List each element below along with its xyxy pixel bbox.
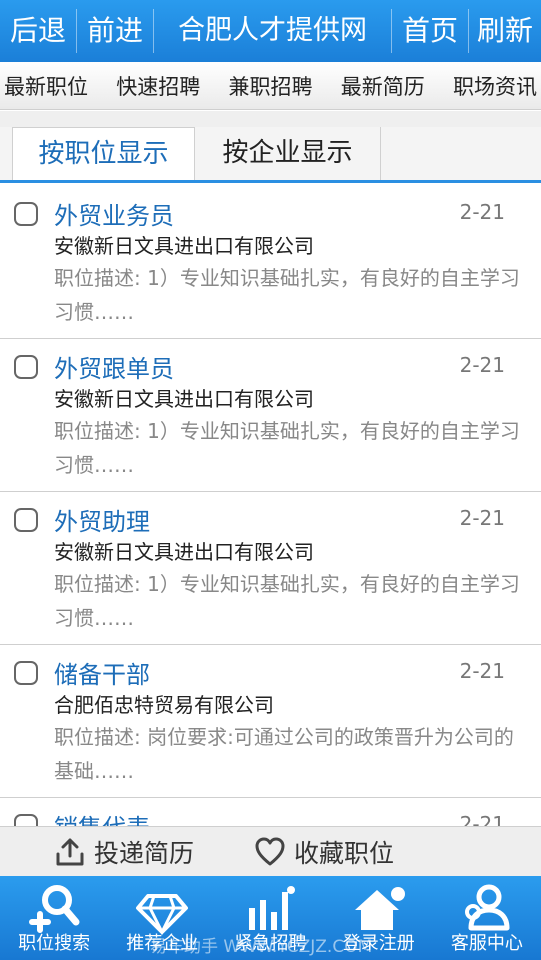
job-list: 外贸业务员 2-21 安徽新日文具进出口有限公司 职位描述: 1）专业知识基础扎… xyxy=(0,186,541,826)
nav-customer-service[interactable]: 客服中心 xyxy=(433,876,541,960)
subnav-career-news[interactable]: 职场资讯 xyxy=(453,71,537,101)
action-bar: 投递简历 收藏职位 xyxy=(0,826,541,876)
heart-icon xyxy=(255,837,285,866)
job-title[interactable]: 外贸跟单员 xyxy=(54,349,174,384)
job-description: 职位描述: 1）专业知识基础扎实，有良好的自主学习习惯…… xyxy=(54,419,520,477)
job-date: 2-21 xyxy=(459,812,505,826)
job-checkbox[interactable] xyxy=(14,508,38,532)
tab-by-company[interactable]: 按企业显示 xyxy=(195,127,381,180)
subnav-latest-jobs[interactable]: 最新职位 xyxy=(4,71,88,101)
job-checkbox[interactable] xyxy=(14,355,38,379)
nav-job-search[interactable]: 职位搜索 xyxy=(0,876,108,960)
job-title[interactable]: 外贸助理 xyxy=(54,502,150,537)
home-button[interactable]: 首页 xyxy=(392,0,468,62)
top-bar: 后退 前进 合肥人才提供网 首页 刷新 xyxy=(0,0,541,62)
back-button[interactable]: 后退 xyxy=(0,0,76,62)
company-name: 安徽新日文具进出口有限公司 xyxy=(54,387,314,411)
upload-icon xyxy=(56,838,84,866)
tab-by-position[interactable]: 按职位显示 xyxy=(12,127,195,180)
nav-label: 职位搜索 xyxy=(18,933,91,954)
sub-nav: 最新职位 快速招聘 兼职招聘 最新简历 职场资讯 xyxy=(0,62,541,110)
company-name: 合肥佰忠特贸易有限公司 xyxy=(54,693,274,717)
site-title: 合肥人才提供网 xyxy=(178,15,367,46)
nav-label: 客服中心 xyxy=(450,933,523,954)
submit-resume-button[interactable]: 投递简历 xyxy=(54,827,194,877)
job-description: 职位描述: 1）专业知识基础扎实，有良好的自主学习习惯…… xyxy=(54,266,520,324)
watermark: 易车助手 WWW.YCZJZ.COM xyxy=(150,937,373,957)
view-tabs: 按职位显示 按企业显示 xyxy=(0,127,541,183)
job-description: 职位描述: 1）专业知识基础扎实，有良好的自主学习习惯…… xyxy=(54,572,520,630)
job-row[interactable]: 储备干部 2-21 合肥佰忠特贸易有限公司 职位描述: 岗位要求:可通过公司的政… xyxy=(0,645,541,798)
favorite-job-label: 收藏职位 xyxy=(294,839,395,868)
forward-button[interactable]: 前进 xyxy=(77,0,153,62)
job-row[interactable]: 外贸助理 2-21 安徽新日文具进出口有限公司 职位描述: 1）专业知识基础扎实… xyxy=(0,492,541,645)
job-date: 2-21 xyxy=(459,506,505,530)
subnav-latest-resumes[interactable]: 最新简历 xyxy=(341,71,425,101)
company-name: 安徽新日文具进出口有限公司 xyxy=(54,540,314,564)
job-row[interactable]: 销售代表 2-21 xyxy=(0,798,541,826)
job-date: 2-21 xyxy=(459,353,505,377)
job-date: 2-21 xyxy=(459,200,505,224)
subnav-quick-hire[interactable]: 快速招聘 xyxy=(116,71,200,101)
job-row[interactable]: 外贸跟单员 2-21 安徽新日文具进出口有限公司 职位描述: 1）专业知识基础扎… xyxy=(0,339,541,492)
favorite-job-button[interactable]: 收藏职位 xyxy=(254,827,394,877)
submit-resume-label: 投递简历 xyxy=(94,839,195,868)
job-description: 职位描述: 岗位要求:可通过公司的政策晋升为公司的基础…… xyxy=(54,725,514,783)
job-checkbox[interactable] xyxy=(14,661,38,685)
refresh-button[interactable]: 刷新 xyxy=(469,0,541,62)
job-date: 2-21 xyxy=(459,659,505,683)
job-checkbox[interactable] xyxy=(14,814,38,826)
job-checkbox[interactable] xyxy=(14,202,38,226)
spacer xyxy=(0,111,541,127)
job-title[interactable]: 储备干部 xyxy=(54,655,150,690)
subnav-part-time[interactable]: 兼职招聘 xyxy=(229,71,313,101)
company-name: 安徽新日文具进出口有限公司 xyxy=(54,234,314,258)
job-row[interactable]: 外贸业务员 2-21 安徽新日文具进出口有限公司 职位描述: 1）专业知识基础扎… xyxy=(0,186,541,339)
job-title[interactable]: 销售代表 xyxy=(54,808,150,826)
job-title[interactable]: 外贸业务员 xyxy=(54,196,174,231)
